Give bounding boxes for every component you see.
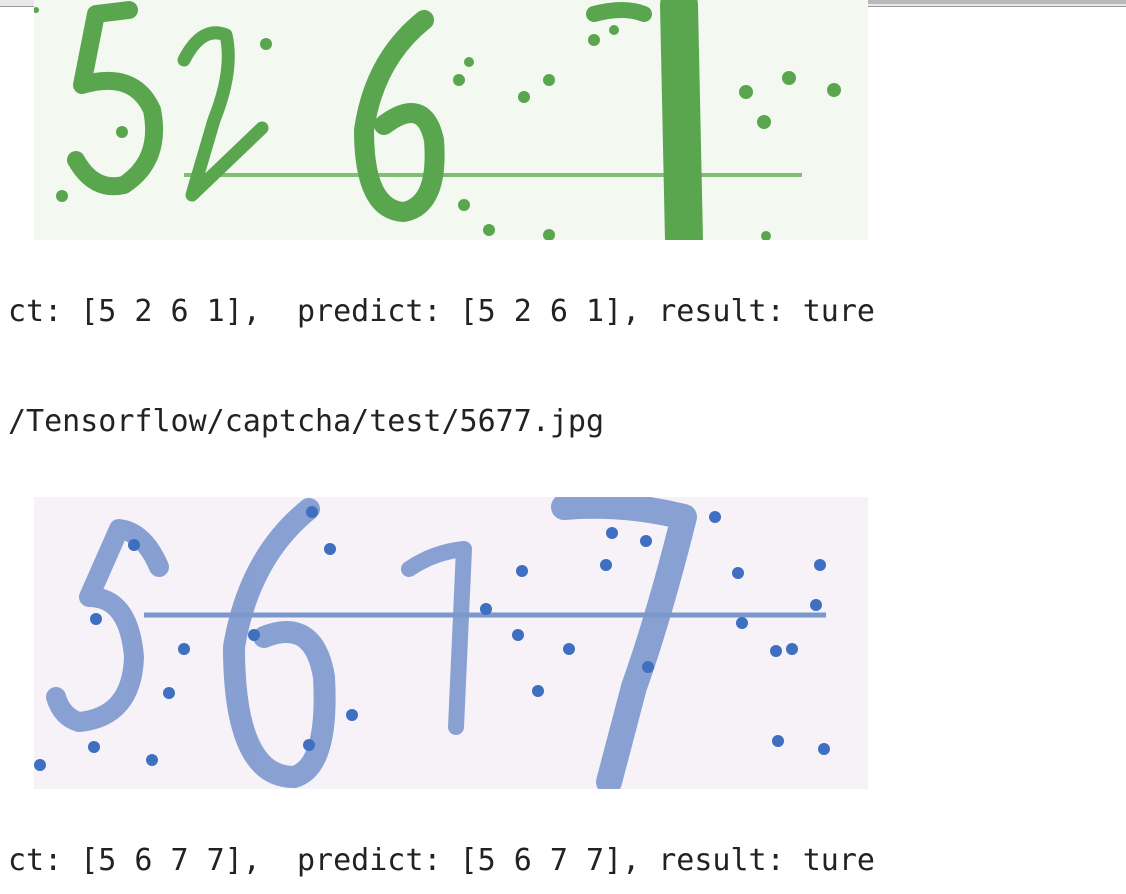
file-path-line: /Tensorflow/captcha/test/5677.jpg [8, 404, 605, 439]
captcha-image-5677 [34, 497, 868, 789]
captcha-image-5261 [34, 0, 868, 240]
prediction-result-line: ct: [5 2 6 1], predict: [5 2 6 1], resul… [8, 294, 875, 329]
prediction-result-line: ct: [5 6 7 7], predict: [5 6 7 7], resul… [8, 843, 875, 878]
